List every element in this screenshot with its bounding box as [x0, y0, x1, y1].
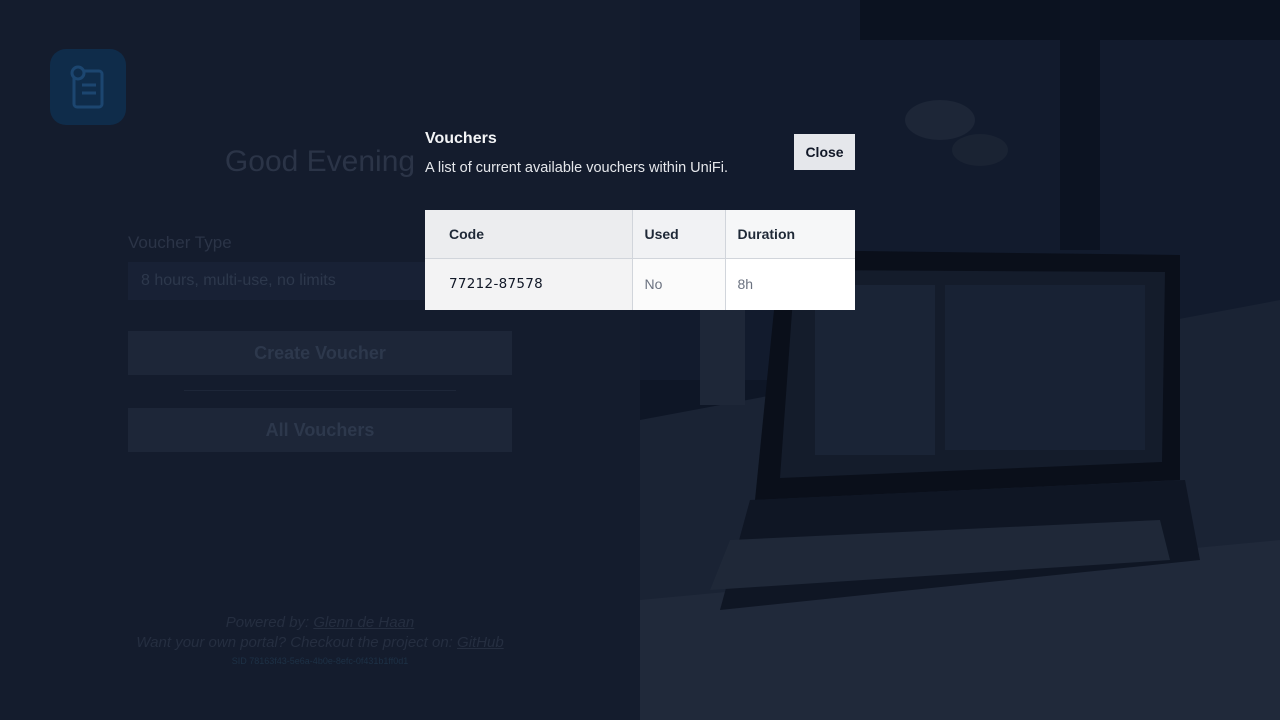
column-header-used: Used [632, 210, 726, 259]
footer-portal-prefix: Want your own portal? Checkout the proje… [136, 634, 458, 651]
background-photo [640, 0, 1280, 720]
column-header-duration: Duration [725, 210, 855, 259]
modal-title: Vouchers [425, 130, 497, 147]
footer-powered-prefix: Powered by: [225, 614, 314, 631]
voucher-receipt-icon [70, 65, 104, 109]
divider [184, 390, 456, 391]
author-link[interactable]: Glenn de Haan [313, 614, 414, 631]
close-button[interactable]: Close [794, 134, 855, 170]
login-panel: Good Evening Voucher Type 8 hours, multi… [0, 0, 640, 720]
create-voucher-button[interactable]: Create Voucher [128, 331, 512, 375]
table-row: 77212-87578 No 8h [425, 258, 855, 310]
voucher-used-cell: No [632, 258, 726, 310]
footer-project: Want your own portal? Checkout the proje… [0, 633, 640, 653]
voucher-code-cell: 77212-87578 [425, 258, 633, 310]
vouchers-table: Code Used Duration 77212-87578 No 8h [425, 210, 855, 310]
footer: Powered by: Glenn de Haan Want your own … [0, 613, 640, 669]
app-logo [50, 49, 126, 125]
footer-powered-by: Powered by: Glenn de Haan [0, 613, 640, 633]
modal-description: A list of current available vouchers wit… [425, 160, 729, 176]
voucher-type-label: Voucher Type [128, 233, 232, 252]
laptop-desk-photo [640, 0, 1280, 720]
voucher-duration-cell: 8h [725, 258, 855, 310]
table-header-row: Code Used Duration [425, 210, 855, 259]
all-vouchers-button[interactable]: All Vouchers [128, 408, 512, 452]
column-header-code: Code [425, 210, 633, 259]
github-link[interactable]: GitHub [457, 634, 504, 651]
voucher-type-value: 8 hours, multi-use, no limits [141, 272, 336, 289]
build-id: SID 78163f43-5e6a-4b0e-8efc-0f431b1ff0d1 [231, 656, 409, 666]
